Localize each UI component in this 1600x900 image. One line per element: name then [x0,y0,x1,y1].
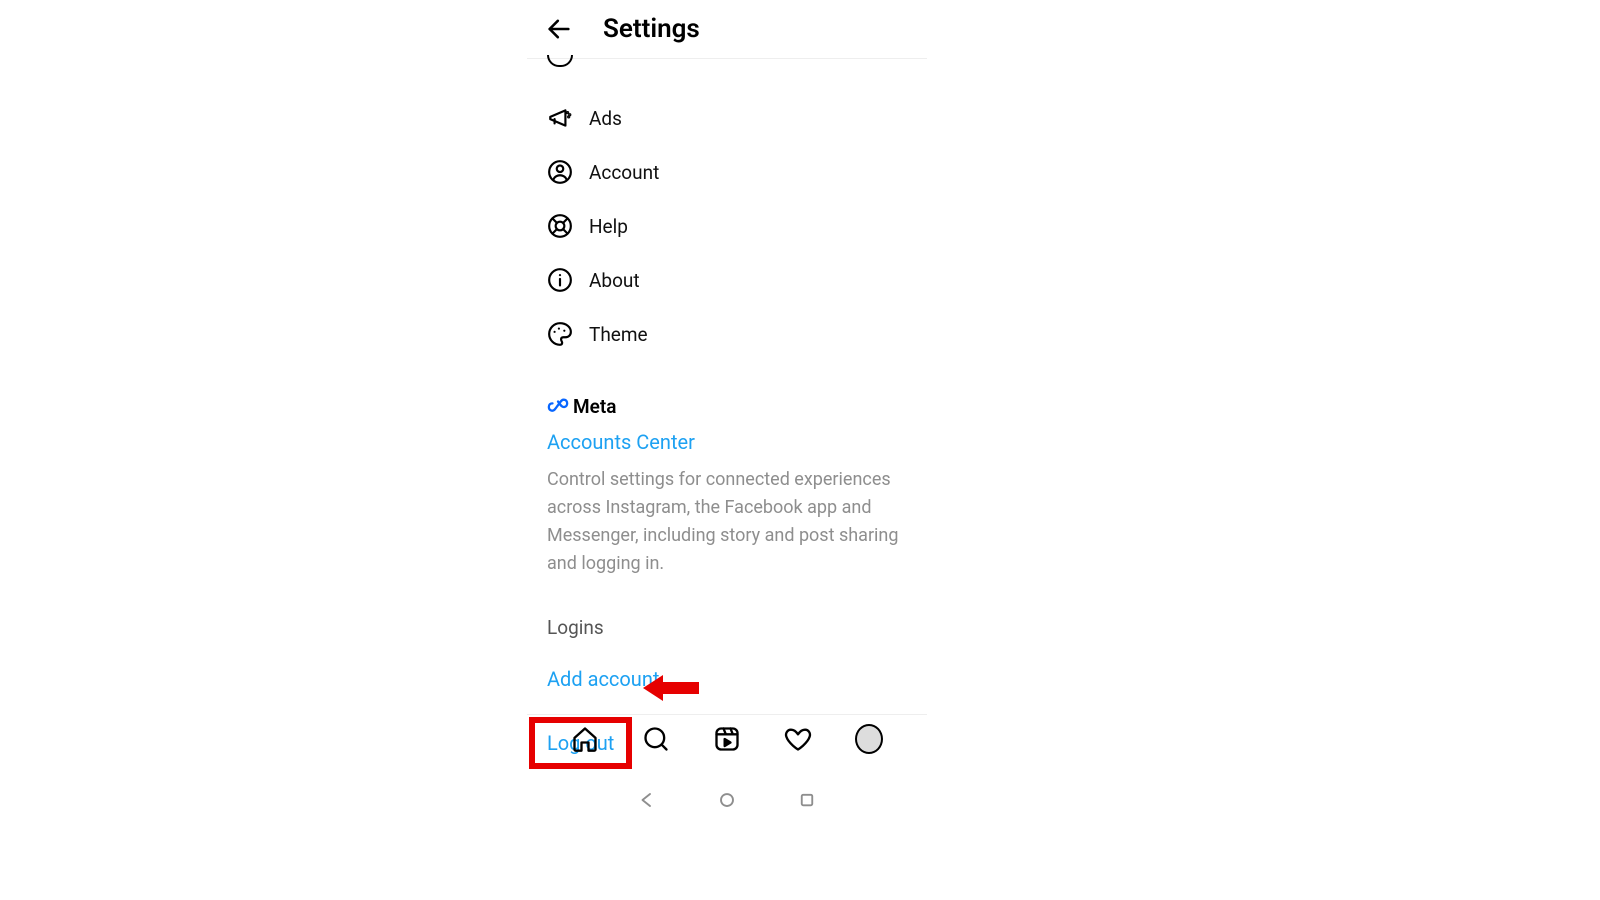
settings-screen: Settings Ads [527,0,927,820]
search-icon[interactable] [642,725,670,753]
info-icon [547,267,573,293]
app-header: Settings [527,0,927,59]
lifebuoy-icon [547,213,573,239]
profile-tab[interactable] [855,725,883,753]
settings-label-help: Help [589,215,628,238]
annotation-red-arrow-icon [643,673,699,707]
reels-icon[interactable] [713,725,741,753]
settings-item-account[interactable]: Account [547,145,907,199]
page-title: Settings [603,14,700,44]
accounts-center-description: Control settings for connected experienc… [547,466,907,578]
meta-brand-text: Meta [573,395,616,418]
heart-icon[interactable] [784,725,812,753]
settings-item-ads[interactable]: Ads [547,91,907,145]
settings-item-about[interactable]: About [547,253,907,307]
accounts-center-link[interactable]: Accounts Center [547,430,907,454]
meta-infinity-icon [547,396,569,418]
meta-section: Meta Accounts Center Control settings fo… [547,395,907,578]
profile-avatar-icon [855,724,883,754]
settings-item-help[interactable]: Help [547,199,907,253]
back-arrow-icon[interactable] [545,15,573,43]
account-icon [547,159,573,185]
android-nav-bar [527,790,927,810]
android-home-icon[interactable] [717,790,737,810]
android-recents-icon[interactable] [797,790,817,810]
settings-label-account: Account [589,161,659,184]
settings-label-about: About [589,269,640,292]
partial-item-icon [547,55,573,67]
android-back-icon[interactable] [637,790,657,810]
logins-heading: Logins [547,616,907,639]
add-account-link[interactable]: Add account [547,667,907,691]
settings-list: Ads Account [527,55,927,769]
settings-label-ads: Ads [589,107,622,130]
settings-item-theme[interactable]: Theme [547,307,907,361]
megaphone-icon [547,105,573,131]
home-icon[interactable] [571,725,599,753]
settings-label-theme: Theme [589,323,648,346]
bottom-nav [527,714,927,765]
meta-brand: Meta [547,395,907,418]
palette-icon [547,321,573,347]
